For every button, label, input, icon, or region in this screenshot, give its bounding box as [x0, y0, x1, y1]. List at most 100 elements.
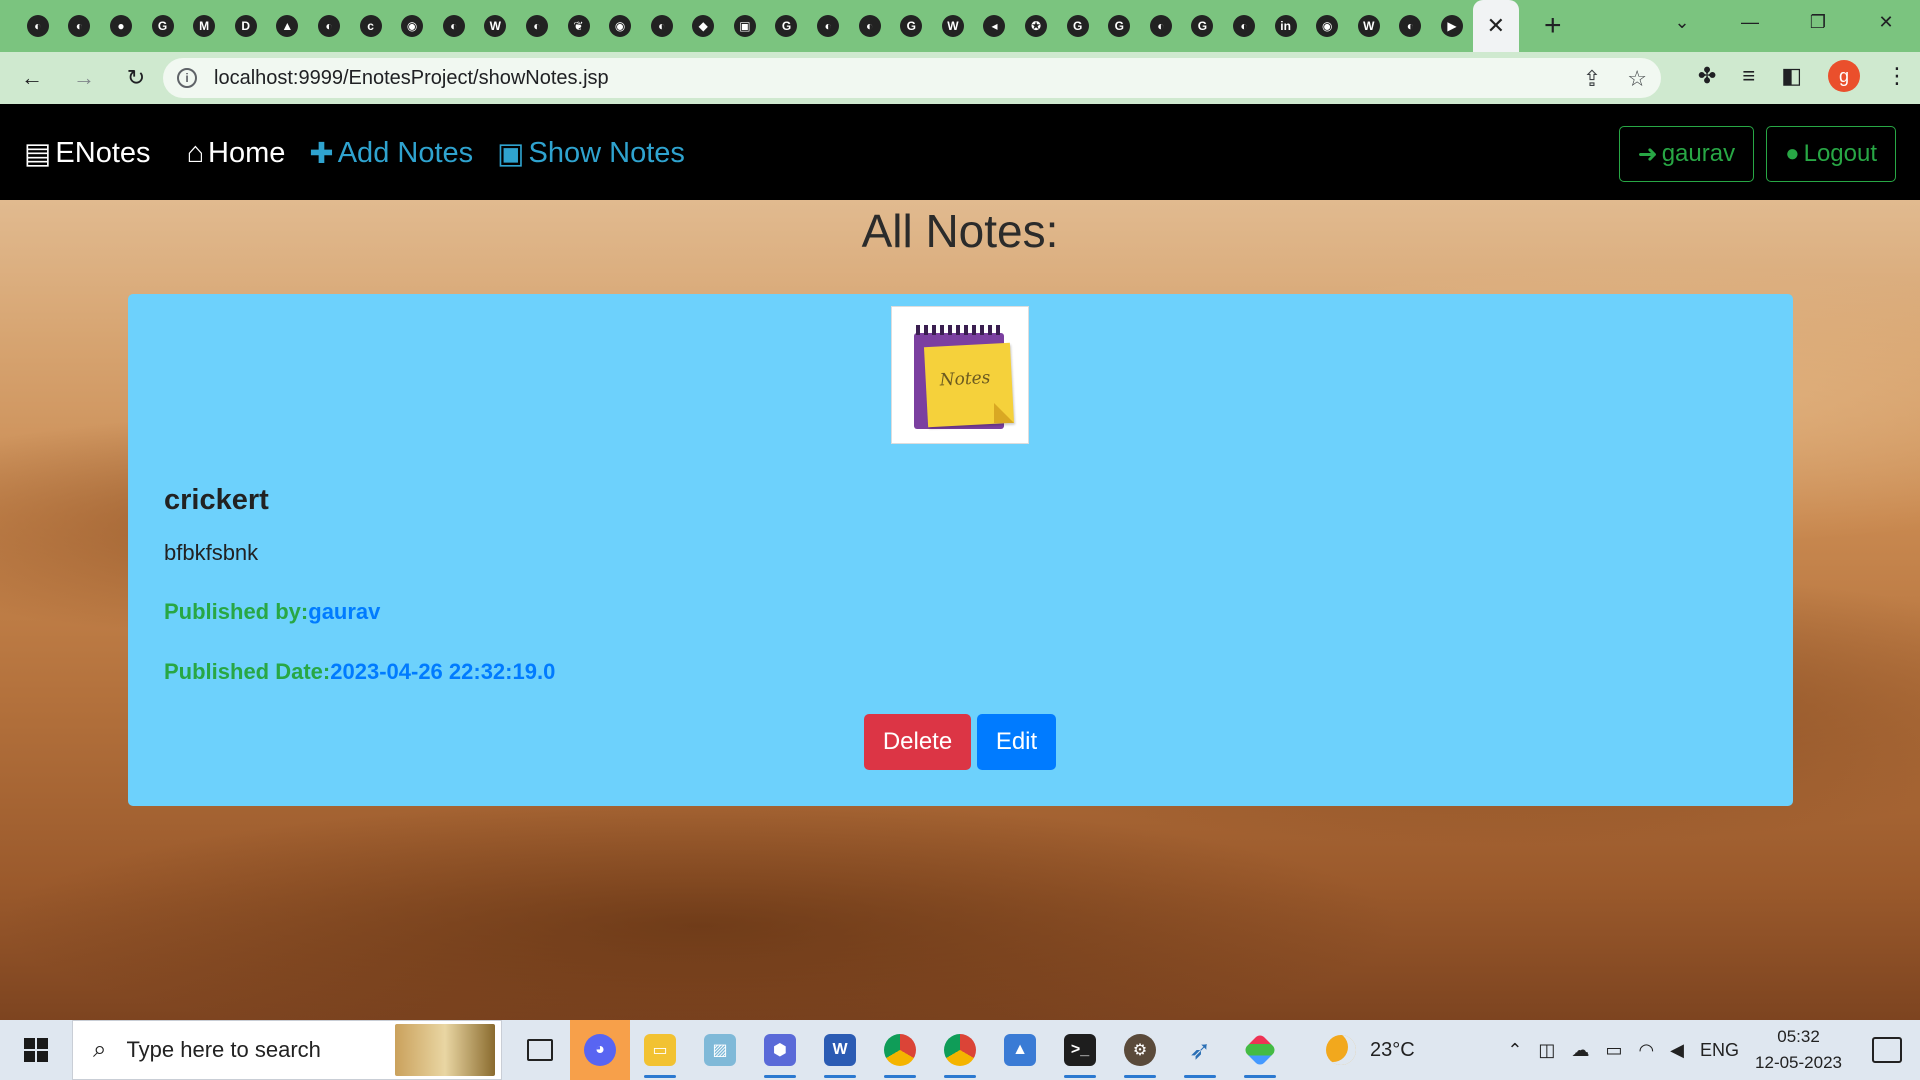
task-view-button[interactable] — [510, 1020, 570, 1080]
menu-kebab-icon[interactable]: ⋮ — [1886, 63, 1908, 89]
new-tab-button[interactable]: + — [1533, 6, 1573, 46]
brand-link[interactable]: ▤ ENotes — [24, 136, 151, 171]
browser-tab[interactable]: G — [890, 0, 932, 52]
language-indicator[interactable]: ENG — [1700, 1040, 1739, 1061]
browser-tab[interactable]: ◉ — [1306, 0, 1348, 52]
browser-tab[interactable]: W — [1348, 0, 1390, 52]
taskbar-chrome-1[interactable] — [870, 1020, 930, 1080]
nav-add-notes-link[interactable]: ✚ Add Notes — [309, 136, 473, 171]
taskbar-file-explorer[interactable]: ▭ — [630, 1020, 690, 1080]
address-bar[interactable]: i localhost:9999/EnotesProject/showNotes… — [163, 58, 1661, 98]
browser-tab[interactable]: G — [142, 0, 184, 52]
browser-tab[interactable]: G — [1182, 0, 1224, 52]
media-control-icon[interactable]: ≡ — [1742, 63, 1755, 89]
side-panel-icon[interactable]: ◧ — [1781, 63, 1802, 89]
browser-tab[interactable]: ◐ — [516, 0, 558, 52]
taskbar-chrome-2[interactable] — [930, 1020, 990, 1080]
browser-tab[interactable]: M — [183, 0, 225, 52]
browser-tab[interactable]: ● — [100, 0, 142, 52]
browser-tab[interactable]: W — [932, 0, 974, 52]
bookmark-star-icon[interactable]: ☆ — [1627, 66, 1647, 92]
browser-tab[interactable]: ◆ — [683, 0, 725, 52]
browser-tab[interactable]: W — [475, 0, 517, 52]
browser-tab[interactable]: ▲ — [267, 0, 309, 52]
meet-now-icon[interactable]: ◫ — [1538, 1040, 1555, 1061]
taskbar-search[interactable]: ⌕ Type here to search — [72, 1020, 502, 1080]
browser-tab[interactable]: ◐ — [641, 0, 683, 52]
search-icon: ⌕ — [93, 1036, 107, 1063]
nav-show-notes-link[interactable]: ▣ Show Notes — [497, 136, 685, 171]
search-highlight-image — [395, 1024, 495, 1076]
browser-tab[interactable]: ◐ — [1223, 0, 1265, 52]
url-text[interactable]: localhost:9999/EnotesProject/showNotes.j… — [214, 67, 609, 90]
clock[interactable]: 05:32 12-05-2023 — [1755, 1024, 1842, 1076]
browser-tab[interactable]: ◐ — [59, 0, 101, 52]
browser-tab[interactable]: ❦ — [558, 0, 600, 52]
forward-button[interactable]: → — [64, 58, 104, 98]
back-button[interactable]: ← — [12, 58, 52, 98]
browser-tab[interactable]: ▶ — [1431, 0, 1473, 52]
browser-tab[interactable]: ◐ — [1140, 0, 1182, 52]
taskbar-photos[interactable]: ▲ — [990, 1020, 1050, 1080]
nav-show-notes-label: Show Notes — [528, 136, 685, 169]
browser-tab[interactable]: G — [1057, 0, 1099, 52]
tab-search-icon[interactable]: ⌄ — [1648, 0, 1716, 44]
google-icon: G — [900, 15, 923, 37]
taskbar-app[interactable]: ⬢ — [750, 1020, 810, 1080]
delete-button[interactable]: Delete — [864, 714, 971, 770]
reload-button[interactable]: ↻ — [116, 58, 156, 98]
close-window-button[interactable]: ✕ — [1852, 0, 1920, 44]
diamond-app-icon — [1243, 1033, 1277, 1067]
word-icon: W — [824, 1034, 856, 1066]
browser-tab[interactable]: G — [766, 0, 808, 52]
logout-button[interactable]: ● Logout — [1766, 126, 1896, 182]
weather-temp: 23°C — [1370, 1038, 1415, 1061]
home-icon: ⌂ — [186, 136, 205, 169]
browser-tab[interactable]: in — [1265, 0, 1307, 52]
edit-button[interactable]: Edit — [977, 714, 1056, 770]
browser-tab[interactable]: D — [225, 0, 267, 52]
battery-icon[interactable]: ▭ — [1605, 1040, 1622, 1061]
browser-tab[interactable]: ◉ — [391, 0, 433, 52]
taskbar-discord[interactable]: ◕ — [570, 1020, 630, 1080]
restore-button[interactable]: ❐ — [1784, 0, 1852, 44]
close-tab-icon[interactable]: ✕ — [1485, 15, 1507, 37]
browser-tab[interactable]: ◐ — [1390, 0, 1432, 52]
w-app-icon: W — [1357, 15, 1380, 37]
browser-tab[interactable]: c — [350, 0, 392, 52]
taskbar-terminal[interactable]: >_ — [1050, 1020, 1110, 1080]
browser-tab[interactable]: ◐ — [807, 0, 849, 52]
weather-widget[interactable]: 23°C — [1326, 1035, 1415, 1065]
site-info-icon[interactable]: i — [177, 68, 197, 88]
start-button[interactable] — [0, 1020, 72, 1080]
taskbar-mysql[interactable]: ➶ — [1170, 1020, 1230, 1080]
taskbar-word[interactable]: W — [810, 1020, 870, 1080]
browser-tab[interactable]: ✪ — [1015, 0, 1057, 52]
active-browser-tab[interactable]: ✕ — [1472, 0, 1519, 52]
notification-icon[interactable] — [1872, 1037, 1902, 1063]
volume-icon[interactable]: ◀ — [1670, 1040, 1684, 1061]
browser-tab[interactable]: G — [1098, 0, 1140, 52]
browser-tab[interactable]: ◉ — [599, 0, 641, 52]
globe-icon: ◐ — [68, 15, 91, 37]
user-button[interactable]: ➜ gaurav — [1618, 126, 1755, 182]
notepad-label: Notes — [939, 367, 991, 391]
browser-tab[interactable]: ◐ — [849, 0, 891, 52]
onedrive-icon[interactable]: ☁ — [1571, 1040, 1589, 1061]
taskbar-app-2[interactable] — [1230, 1020, 1290, 1080]
browser-tab[interactable]: ▣ — [724, 0, 766, 52]
wifi-icon[interactable]: ◠ — [1638, 1040, 1654, 1061]
browser-tab[interactable]: ◂ — [974, 0, 1016, 52]
browser-tab[interactable]: ◐ — [308, 0, 350, 52]
taskbar-notepad[interactable]: ▨ — [690, 1020, 750, 1080]
extensions-icon[interactable]: ✤ — [1698, 63, 1716, 89]
chevron-up-icon[interactable]: ⌃ — [1507, 1040, 1522, 1061]
profile-avatar[interactable]: g — [1828, 60, 1860, 92]
nav-home-link[interactable]: ⌂ Home — [187, 137, 286, 170]
minimize-button[interactable]: — — [1716, 0, 1784, 44]
note-actions: Delete Edit — [864, 714, 1056, 770]
browser-tab[interactable]: ◐ — [433, 0, 475, 52]
browser-tab[interactable]: ◐ — [17, 0, 59, 52]
taskbar-tomcat[interactable]: ⚙ — [1110, 1020, 1170, 1080]
share-icon[interactable]: ⇪ — [1583, 66, 1601, 92]
